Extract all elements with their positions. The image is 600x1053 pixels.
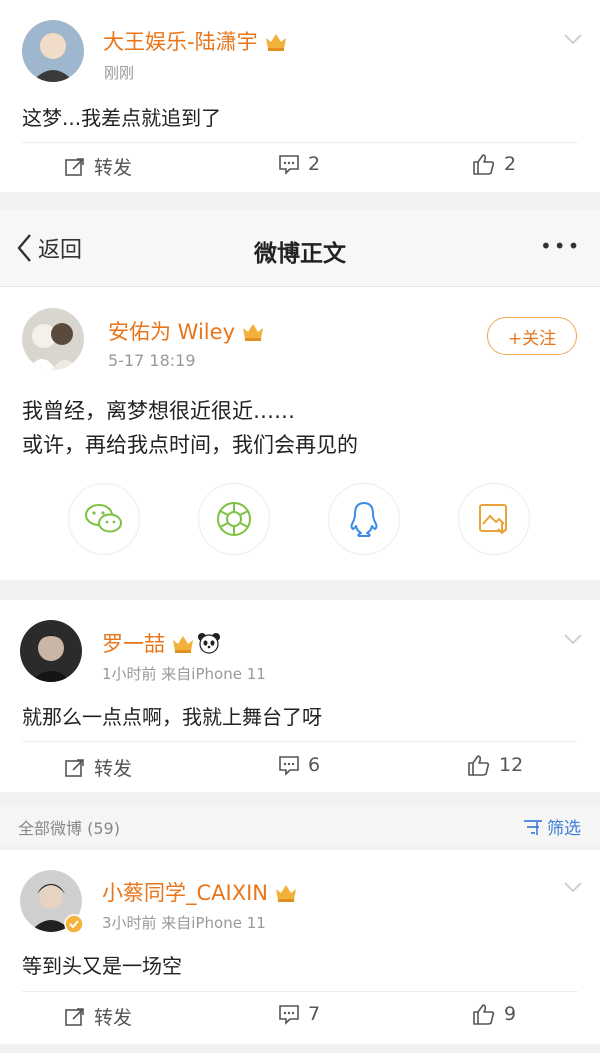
avatar[interactable] bbox=[22, 20, 84, 82]
follow-button[interactable]: +关注 bbox=[487, 317, 577, 355]
avatar[interactable] bbox=[20, 870, 84, 934]
comment-button[interactable]: 6 bbox=[278, 754, 320, 776]
all-posts-label: 全部微博 (59) bbox=[18, 819, 120, 838]
more-icon[interactable]: ••• bbox=[540, 234, 581, 258]
like-count: 12 bbox=[499, 754, 524, 776]
share-save-image-button[interactable] bbox=[458, 483, 530, 555]
chevron-down-icon[interactable] bbox=[564, 878, 582, 897]
username-text[interactable]: 小蔡同学_CAIXIN bbox=[102, 881, 268, 905]
post-card-1: 大王娱乐-陆潇宇 刚刚 这梦...我差点就追到了 转发 2 2 bbox=[0, 0, 600, 192]
post-time: 刚刚 bbox=[104, 64, 135, 82]
comment-icon bbox=[279, 1005, 299, 1025]
page-title: 微博正文 bbox=[254, 241, 346, 267]
crown-badge-icon bbox=[264, 30, 288, 57]
moments-icon bbox=[217, 502, 251, 536]
username-text[interactable]: 罗一喆 bbox=[102, 632, 165, 656]
username[interactable]: 安佑为 Wiley bbox=[108, 316, 265, 347]
post-text: 等到头又是一场空 bbox=[22, 954, 182, 978]
divider bbox=[22, 142, 578, 143]
filter-icon bbox=[524, 819, 542, 835]
repost-icon bbox=[65, 758, 84, 777]
comment-icon bbox=[279, 756, 299, 776]
repost-button[interactable]: 转发 bbox=[64, 153, 132, 180]
post-time: 1小时前 来自iPhone 11 bbox=[102, 665, 266, 683]
comment-count: 7 bbox=[308, 1003, 321, 1025]
crown-badge-icon bbox=[274, 881, 298, 908]
post-text-line-1: 我曾经，离梦想很近很近…… bbox=[22, 399, 295, 423]
post-text: 这梦...我差点就追到了 bbox=[22, 106, 222, 130]
repost-button[interactable]: 转发 bbox=[64, 754, 132, 781]
comment-count: 2 bbox=[308, 153, 321, 175]
post-card-3: 小蔡同学_CAIXIN 3小时前 来自iPhone 11 等到头又是一场空 转发… bbox=[0, 850, 600, 1044]
thumbs-up-icon bbox=[468, 755, 490, 776]
wechat-icon bbox=[85, 504, 122, 533]
comment-count: 6 bbox=[308, 754, 321, 776]
avatar[interactable] bbox=[20, 620, 82, 682]
panda-badge-icon bbox=[197, 632, 221, 659]
username[interactable]: 大王娱乐-陆潇宇 bbox=[103, 26, 288, 57]
filter-bar: 全部微博 (59) 筛选 bbox=[0, 806, 600, 844]
username[interactable]: 小蔡同学_CAIXIN bbox=[102, 877, 298, 908]
main-post-card: 安佑为 Wiley 5-17 18:19 +关注 我曾经，离梦想很近很近…… 或… bbox=[0, 287, 600, 580]
like-button[interactable]: 12 bbox=[467, 754, 523, 776]
chevron-down-icon[interactable] bbox=[564, 630, 582, 649]
thumbs-up-icon bbox=[473, 1004, 495, 1025]
divider bbox=[22, 741, 578, 742]
repost-icon bbox=[65, 1007, 84, 1026]
repost-label: 转发 bbox=[94, 758, 133, 780]
username-text[interactable]: 安佑为 Wiley bbox=[108, 320, 235, 344]
filter-button[interactable]: 筛选 bbox=[523, 814, 581, 839]
post-text-line-2: 或许，再给我点时间，我们会再见的 bbox=[22, 433, 358, 457]
like-count: 2 bbox=[504, 153, 517, 175]
post-time: 3小时前 来自iPhone 11 bbox=[102, 914, 266, 932]
like-count: 9 bbox=[504, 1003, 517, 1025]
filter-label: 筛选 bbox=[547, 819, 581, 839]
repost-icon bbox=[65, 157, 84, 176]
share-moments-button[interactable] bbox=[198, 483, 270, 555]
crown-badge-icon bbox=[171, 632, 195, 659]
thumbs-up-icon bbox=[473, 154, 495, 175]
crown-badge-icon bbox=[241, 320, 265, 347]
like-button[interactable]: 9 bbox=[472, 1003, 516, 1025]
avatar[interactable] bbox=[22, 308, 84, 370]
like-button[interactable]: 2 bbox=[472, 153, 516, 175]
comment-icon bbox=[279, 155, 299, 175]
post-date: 5-17 18:19 bbox=[108, 351, 196, 370]
save-image-icon bbox=[479, 504, 507, 535]
divider bbox=[22, 991, 578, 992]
share-wechat-button[interactable] bbox=[68, 483, 140, 555]
comment-button[interactable]: 7 bbox=[278, 1003, 320, 1025]
username[interactable]: 罗一喆 bbox=[102, 628, 221, 659]
chevron-down-icon[interactable] bbox=[564, 30, 582, 49]
username-text[interactable]: 大王娱乐-陆潇宇 bbox=[103, 30, 258, 54]
verified-badge-icon bbox=[64, 914, 84, 934]
nav-bar: 返回 微博正文 ••• bbox=[0, 210, 600, 287]
qq-icon bbox=[350, 502, 378, 537]
repost-button[interactable]: 转发 bbox=[64, 1003, 132, 1030]
share-qq-button[interactable] bbox=[328, 483, 400, 555]
repost-label: 转发 bbox=[94, 157, 133, 179]
repost-label: 转发 bbox=[94, 1007, 133, 1029]
post-text: 就那么一点点啊，我就上舞台了呀 bbox=[22, 705, 322, 729]
comment-button[interactable]: 2 bbox=[278, 153, 320, 175]
post-card-2: 罗一喆 1小时前 来自iPhone 11 就那么一点点啊，我就上舞台了呀 转发 … bbox=[0, 600, 600, 792]
